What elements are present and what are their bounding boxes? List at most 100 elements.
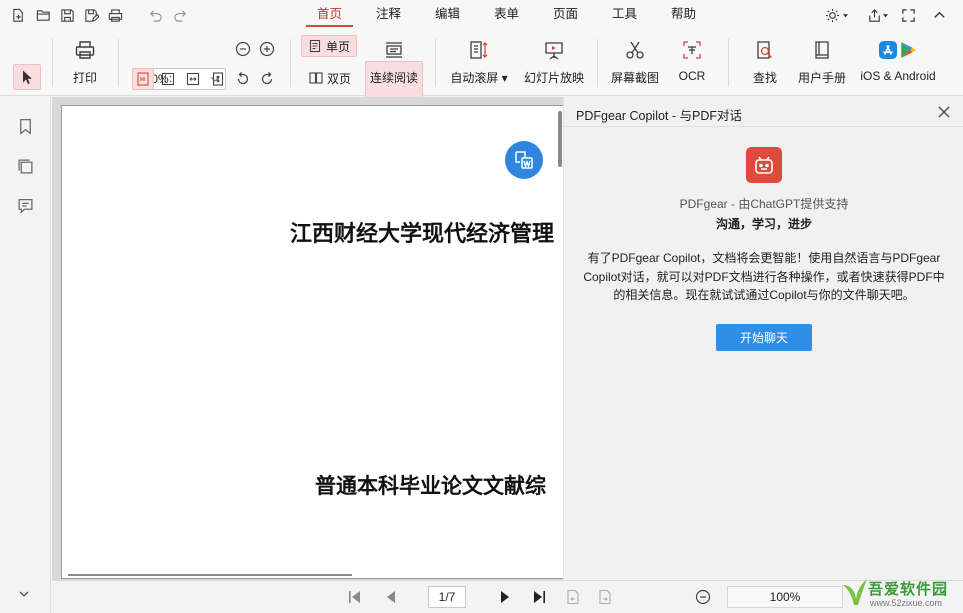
save-icon[interactable]	[58, 6, 76, 24]
copilot-powered-by: PDFgear - 由ChatGPT提供支持	[679, 197, 849, 211]
app-store-icon	[879, 41, 897, 59]
pdf-page: 江西财经大学现代经济管理 普通本科毕业论文文献综	[61, 105, 563, 579]
ocr-label: OCR	[678, 69, 706, 83]
find-label: 查找	[752, 71, 777, 85]
last-page-icon[interactable]	[530, 588, 548, 606]
screenshot-label: 屏幕截图	[610, 71, 659, 85]
continuous-read-button[interactable]: 连续阅读	[365, 30, 423, 86]
fit-height-icon[interactable]	[208, 69, 228, 89]
tab-tools[interactable]: 工具	[595, 0, 654, 30]
theme-dropdown-icon[interactable]	[840, 5, 850, 25]
user-manual-button[interactable]: 用户手册	[795, 30, 849, 86]
save-as-icon[interactable]	[82, 6, 100, 24]
tab-form[interactable]: 表单	[477, 0, 536, 30]
copilot-description: 有了PDFgear Copilot，文档将会更智能！使用自然语言与PDFgear…	[583, 251, 945, 302]
find-button[interactable]: 查找	[746, 30, 784, 86]
double-page-button[interactable]: 双页	[303, 67, 357, 89]
ribbon-toolbar: 打印 100% 单页 双页 连续阅读	[0, 30, 963, 123]
single-page-icon	[309, 39, 321, 53]
comments-icon[interactable]	[15, 195, 35, 215]
auto-scroll-label: 自动滚屏 ▾	[450, 71, 508, 85]
actual-size-icon[interactable]	[132, 68, 154, 90]
tab-edit[interactable]: 编辑	[418, 0, 477, 30]
first-page-icon[interactable]	[346, 588, 364, 606]
pdfgear-logo-icon	[746, 147, 782, 183]
select-cursor-icon[interactable]	[17, 67, 37, 87]
continuous-read-label: 连续阅读	[369, 71, 418, 85]
double-page-label: 双页	[327, 71, 352, 86]
document-viewer[interactable]: 江西财经大学现代经济管理 普通本科毕业论文文献综	[52, 97, 563, 580]
undo-icon[interactable]	[146, 6, 164, 24]
status-bar: 1/7 100%	[52, 580, 963, 613]
zoom-in-icon[interactable]	[257, 39, 277, 59]
app-store-icons	[879, 37, 917, 63]
copilot-tagline: 沟通，学习，进步	[715, 217, 812, 231]
watermark-name: 吾爱软件园	[868, 581, 949, 598]
book-icon	[811, 37, 833, 63]
bookmark-icon[interactable]	[15, 116, 35, 136]
mobile-apps-label: iOS & Android	[860, 69, 936, 83]
fit-width-icon[interactable]	[183, 69, 203, 89]
copilot-header: PDFgear Copilot - 与PDF对话	[564, 97, 963, 127]
start-chat-button[interactable]: 开始聊天	[716, 324, 812, 351]
back-view-icon[interactable]	[564, 588, 582, 606]
close-icon[interactable]	[936, 104, 952, 120]
new-file-icon[interactable]	[9, 6, 27, 24]
previous-page-icon[interactable]	[382, 588, 400, 606]
zoom-out-icon[interactable]	[233, 39, 253, 59]
print-quick-icon[interactable]	[106, 6, 124, 24]
print-label: 打印	[72, 71, 97, 85]
page-number-input[interactable]: 1/7	[428, 586, 466, 608]
scissors-icon	[624, 37, 646, 63]
tab-home[interactable]: 首页	[300, 0, 359, 30]
slideshow-icon	[543, 37, 565, 63]
continuous-read-icon	[383, 37, 405, 63]
mobile-apps-button[interactable]: iOS & Android	[855, 30, 941, 83]
tab-annotate[interactable]: 注释	[359, 0, 418, 30]
ocr-icon	[681, 37, 703, 63]
tab-page[interactable]: 页面	[536, 0, 595, 30]
separator	[597, 39, 598, 87]
tab-help[interactable]: 帮助	[654, 0, 713, 30]
print-button[interactable]: 打印	[64, 30, 106, 86]
ocr-button[interactable]: OCR	[672, 30, 712, 83]
sidebar-collapse-icon[interactable]	[15, 585, 33, 603]
screenshot-button[interactable]: 屏幕截图	[608, 30, 662, 86]
forward-view-icon[interactable]	[596, 588, 614, 606]
slideshow-label: 幻灯片放映	[523, 71, 584, 85]
separator	[118, 39, 119, 87]
google-play-icon	[901, 42, 916, 58]
top-menu-bar: 首页 注释 编辑 表单 页面 工具 帮助	[0, 0, 963, 30]
status-zoom-out-icon[interactable]	[694, 588, 712, 606]
fullscreen-icon[interactable]	[898, 5, 918, 25]
rotate-left-icon[interactable]	[233, 69, 253, 89]
left-sidebar	[0, 97, 51, 613]
user-manual-label: 用户手册	[797, 71, 846, 85]
rotate-right-icon[interactable]	[257, 69, 277, 89]
theme-icon[interactable]	[822, 5, 842, 25]
search-icon	[754, 37, 776, 63]
collapse-ribbon-icon[interactable]	[929, 5, 949, 25]
next-page-icon[interactable]	[496, 588, 514, 606]
single-page-label: 单页	[326, 39, 351, 54]
convert-to-word-icon[interactable]	[505, 141, 543, 179]
auto-scroll-button[interactable]: 自动滚屏 ▾	[447, 30, 511, 86]
site-watermark: 吾爱软件园 www.52zixue.com	[838, 575, 963, 613]
menu-tabs: 首页 注释 编辑 表单 页面 工具 帮助	[300, 0, 713, 30]
share-dropdown-icon[interactable]	[880, 5, 890, 25]
open-folder-icon[interactable]	[34, 6, 52, 24]
slideshow-button[interactable]: 幻灯片放映	[522, 30, 586, 86]
status-zoom-value[interactable]: 100%	[727, 586, 843, 608]
fit-page-icon[interactable]	[158, 69, 178, 89]
vertical-scrollbar[interactable]	[558, 111, 562, 167]
single-page-button[interactable]: 单页	[301, 35, 358, 57]
horizontal-scrollbar[interactable]	[68, 574, 352, 576]
separator	[290, 39, 291, 87]
thumbnails-icon[interactable]	[15, 156, 35, 176]
separator	[728, 39, 729, 87]
document-subtitle: 普通本科毕业论文文献综	[315, 473, 546, 498]
document-title: 江西财经大学现代经济管理	[290, 221, 555, 247]
auto-scroll-icon	[468, 37, 490, 63]
separator	[52, 39, 53, 87]
redo-icon[interactable]	[171, 6, 189, 24]
